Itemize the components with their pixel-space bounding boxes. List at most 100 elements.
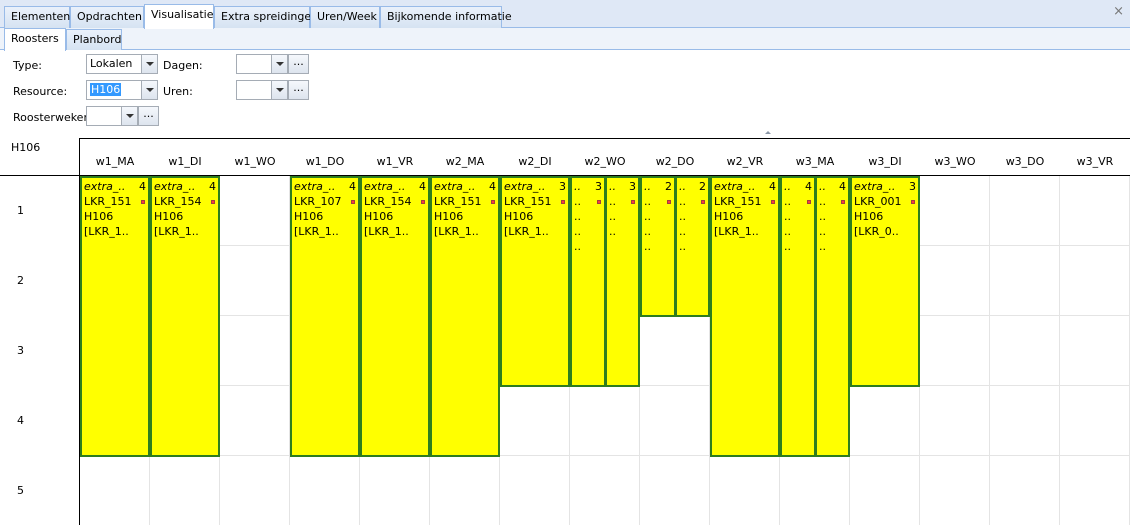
tab-opdrachten[interactable]: Opdrachten (70, 6, 144, 28)
close-icon[interactable]: × (1113, 5, 1124, 18)
column-header: w2_VR (726, 155, 764, 168)
lesson-text: .. (679, 225, 686, 238)
grid-cell[interactable] (220, 246, 290, 316)
lesson-block[interactable]: extra_.. 4 LKR_154 H106 [LKR_1.. (150, 176, 220, 457)
lesson-text: extra_.. (854, 180, 896, 193)
lesson-block[interactable]: .. 4........ (780, 176, 816, 457)
lesson-line: H106 (154, 209, 218, 224)
lesson-line: .. (644, 224, 674, 239)
chevron-down-icon[interactable] (121, 107, 137, 125)
grid-cell[interactable] (920, 456, 990, 525)
lesson-text: .. (644, 240, 651, 253)
lesson-block[interactable]: .. 2........ (675, 176, 710, 317)
dagen-select[interactable] (236, 54, 288, 74)
lesson-line: .. (819, 194, 848, 209)
lesson-count: 4 (139, 180, 146, 193)
lesson-block[interactable]: extra_.. 3 LKR_001 H106 [LKR_0.. (850, 176, 920, 387)
grid-cell[interactable] (150, 456, 220, 525)
grid-cell[interactable] (780, 456, 850, 525)
grid-cell[interactable] (570, 386, 640, 456)
grid-cell[interactable] (360, 456, 430, 525)
grid-cell[interactable] (640, 456, 710, 525)
lesson-line: [LKR_1.. (364, 224, 428, 239)
lesson-text: extra_.. (154, 180, 196, 193)
chevron-down-icon[interactable] (141, 81, 157, 99)
splitter-handle-icon[interactable] (765, 131, 771, 134)
grid-cell[interactable] (220, 386, 290, 456)
lesson-text: LKR_107 (294, 195, 342, 208)
grid-cell[interactable] (990, 316, 1060, 386)
tab-extra-spreidingen[interactable]: Extra spreidingen (214, 6, 318, 28)
grid-cell[interactable] (640, 386, 710, 456)
grid-cell[interactable] (990, 246, 1060, 316)
lesson-block[interactable]: extra_.. 4 LKR_151 H106 [LKR_1.. (80, 176, 150, 457)
grid-cell[interactable] (990, 386, 1060, 456)
tab-bijkomende-informatie[interactable]: Bijkomende informatie (380, 6, 512, 28)
lesson-text: [LKR_1.. (154, 225, 199, 238)
resource-select[interactable]: H106 (86, 80, 158, 100)
chevron-down-icon[interactable] (141, 55, 157, 73)
type-select[interactable]: Lokalen (86, 54, 158, 74)
roosterweken-label: Roosterweken (13, 111, 91, 124)
uren-label: Uren: (163, 85, 193, 98)
lesson-title: .. 2 (644, 179, 674, 194)
grid-cell[interactable] (850, 456, 920, 525)
tab-visualisatie[interactable]: Visualisatie (144, 4, 214, 29)
grid-cell[interactable] (920, 316, 990, 386)
subtab-planbord[interactable]: Planbord (66, 29, 122, 50)
grid-cell[interactable] (920, 176, 990, 246)
roosterweken-select[interactable] (86, 106, 138, 126)
lesson-block[interactable]: .. 2........ (640, 176, 676, 317)
lesson-text: .. (819, 225, 826, 238)
grid-cell[interactable] (1060, 176, 1130, 246)
warning-marker-icon (807, 200, 811, 204)
dagen-ellipsis-button[interactable]: ... (288, 54, 309, 74)
grid-cell[interactable] (1060, 316, 1130, 386)
grid-cell[interactable] (710, 456, 780, 525)
grid-cell[interactable] (920, 386, 990, 456)
grid-cell[interactable] (290, 456, 360, 525)
lesson-block[interactable]: extra_.. 4 LKR_154 H106 [LKR_1.. (360, 176, 430, 457)
grid-cell[interactable] (220, 176, 290, 246)
grid-cell[interactable] (570, 456, 640, 525)
column-header: w3_DI (868, 155, 902, 168)
uren-select[interactable] (236, 80, 288, 100)
grid-cell[interactable] (500, 456, 570, 525)
grid-cell[interactable] (920, 246, 990, 316)
lesson-block[interactable]: extra_.. 4 LKR_151 H106 [LKR_1.. (430, 176, 500, 457)
grid-cell[interactable] (500, 386, 570, 456)
subtab-roosters[interactable]: Roosters (4, 28, 66, 51)
grid-cell[interactable] (220, 456, 290, 525)
tab-elementen[interactable]: Elementen (4, 6, 70, 28)
lesson-block[interactable]: .. 3...... (605, 176, 640, 387)
lesson-text: .. (644, 195, 651, 208)
chevron-down-icon[interactable] (271, 81, 287, 99)
lesson-block[interactable]: extra_.. 4 LKR_151 H106 [LKR_1.. (710, 176, 780, 457)
grid-cell[interactable] (1060, 246, 1130, 316)
roosterweken-ellipsis-button[interactable]: ... (138, 106, 159, 126)
lesson-block[interactable]: extra_.. 3 LKR_151 H106 [LKR_1.. (500, 176, 570, 387)
lesson-block[interactable]: .. 3........ (570, 176, 606, 387)
grid-cell[interactable] (220, 316, 290, 386)
grid-cell[interactable] (990, 456, 1060, 525)
lesson-line: .. (679, 224, 708, 239)
lesson-text: LKR_154 (154, 195, 202, 208)
chevron-down-icon[interactable] (271, 55, 287, 73)
uren-ellipsis-button[interactable]: ... (288, 80, 309, 100)
grid-cell[interactable] (640, 316, 710, 386)
lesson-text: H106 (84, 210, 114, 223)
grid-cell[interactable] (1060, 386, 1130, 456)
lesson-line: .. (644, 194, 674, 209)
tab-uren-week[interactable]: Uren/Week (310, 6, 380, 28)
grid-cell[interactable] (990, 176, 1060, 246)
grid-cell[interactable] (850, 386, 920, 456)
grid-cell[interactable] (430, 456, 500, 525)
lesson-block[interactable]: extra_.. 4 LKR_107 H106 [LKR_1.. (290, 176, 360, 457)
lesson-block[interactable]: .. 4........ (815, 176, 850, 457)
grid-cell[interactable] (80, 456, 150, 525)
grid-cell[interactable] (1060, 456, 1130, 525)
lesson-count: 3 (629, 180, 636, 193)
resource-value[interactable]: H106 (90, 83, 122, 96)
lesson-line: .. (819, 209, 848, 224)
lesson-line: LKR_151 (714, 194, 778, 209)
